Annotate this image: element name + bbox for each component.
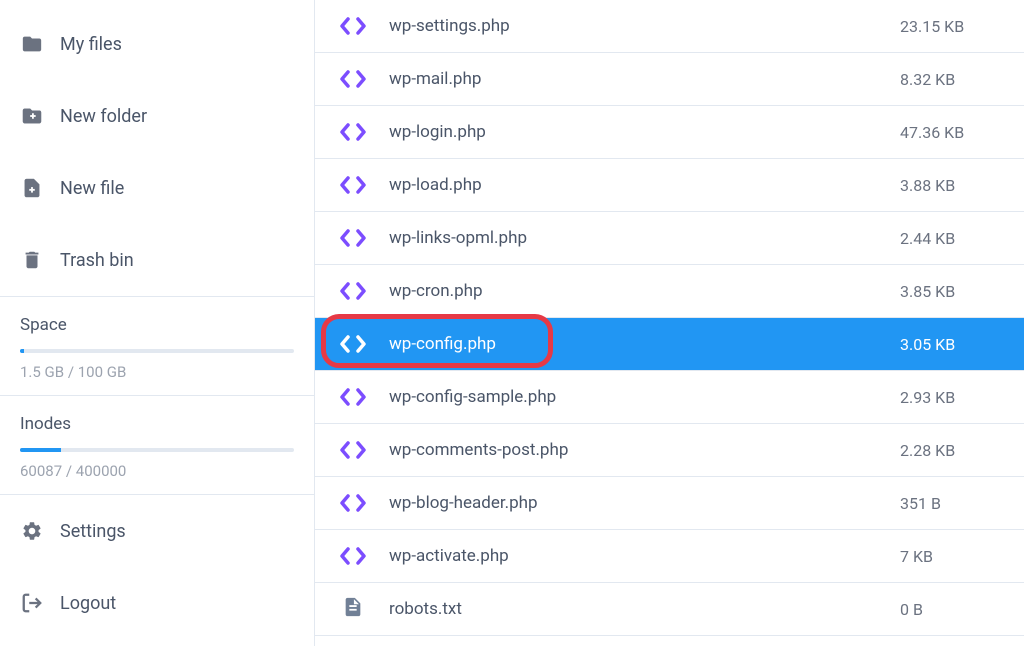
file-type-icon — [339, 65, 367, 93]
space-label: Space — [20, 315, 294, 335]
code-icon — [340, 334, 366, 354]
file-type-icon — [339, 118, 367, 146]
bottom-nav: Settings Logout — [0, 494, 314, 639]
file-name: wp-activate.php — [389, 546, 900, 566]
file-size: 47.36 KB — [900, 123, 1000, 142]
file-row[interactable]: readme.html7.23 KB — [315, 636, 1024, 646]
file-size: 2.28 KB — [900, 441, 1000, 460]
sidebar-item-new-file[interactable]: New file — [0, 152, 314, 224]
code-icon — [340, 69, 366, 89]
file-name: wp-blog-header.php — [389, 493, 900, 513]
file-name: wp-comments-post.php — [389, 440, 900, 460]
sidebar-item-my-files[interactable]: My files — [0, 8, 314, 80]
file-row[interactable]: wp-cron.php3.85 KB — [315, 265, 1024, 318]
folder-plus-icon — [20, 104, 44, 128]
file-icon — [342, 594, 364, 624]
inodes-value: 60087 / 400000 — [20, 462, 294, 480]
file-name: wp-settings.php — [389, 16, 900, 36]
file-size: 0 B — [900, 600, 1000, 619]
file-row[interactable]: wp-activate.php7 KB — [315, 530, 1024, 583]
file-size: 2.44 KB — [900, 229, 1000, 248]
file-size: 351 B — [900, 494, 1000, 513]
file-list: wp-settings.php23.15 KBwp-mail.php8.32 K… — [315, 0, 1024, 646]
sidebar-item-logout[interactable]: Logout — [0, 567, 314, 639]
file-row[interactable]: wp-config.php3.05 KB — [315, 318, 1024, 371]
file-row[interactable]: wp-login.php47.36 KB — [315, 106, 1024, 159]
file-name: wp-config-sample.php — [389, 387, 900, 407]
sidebar-item-new-folder[interactable]: New folder — [0, 80, 314, 152]
file-name: robots.txt — [389, 599, 900, 619]
file-size: 23.15 KB — [900, 17, 1000, 36]
file-row[interactable]: wp-blog-header.php351 B — [315, 477, 1024, 530]
inodes-progress-fill — [20, 448, 61, 452]
file-row[interactable]: wp-config-sample.php2.93 KB — [315, 371, 1024, 424]
file-name: wp-cron.php — [389, 281, 900, 301]
file-name: wp-load.php — [389, 175, 900, 195]
file-row[interactable]: wp-load.php3.88 KB — [315, 159, 1024, 212]
file-type-icon — [339, 436, 367, 464]
file-size: 3.85 KB — [900, 282, 1000, 301]
file-name: wp-login.php — [389, 122, 900, 142]
sidebar-item-trash-bin[interactable]: Trash bin — [0, 224, 314, 296]
file-size: 2.93 KB — [900, 388, 1000, 407]
file-type-icon — [339, 330, 367, 358]
file-type-icon — [339, 383, 367, 411]
file-type-icon — [339, 12, 367, 40]
file-row[interactable]: wp-settings.php23.15 KB — [315, 0, 1024, 53]
inodes-progress-bar — [20, 448, 294, 452]
file-plus-icon — [20, 176, 44, 200]
code-icon — [340, 175, 366, 195]
trash-icon — [20, 248, 44, 272]
space-progress-bar — [20, 349, 294, 353]
file-name: wp-mail.php — [389, 69, 900, 89]
code-icon — [340, 387, 366, 407]
code-icon — [340, 122, 366, 142]
space-value: 1.5 GB / 100 GB — [20, 363, 294, 381]
space-stats: Space 1.5 GB / 100 GB — [0, 296, 314, 395]
file-row[interactable]: wp-links-opml.php2.44 KB — [315, 212, 1024, 265]
code-icon — [340, 281, 366, 301]
gear-icon — [20, 519, 44, 543]
code-icon — [340, 493, 366, 513]
sidebar: My files New folder New file Trash bin S… — [0, 0, 315, 646]
code-icon — [340, 228, 366, 248]
code-icon — [340, 546, 366, 566]
nav-label: My files — [60, 34, 122, 55]
file-name: wp-config.php — [389, 334, 900, 354]
nav-label: New folder — [60, 106, 147, 127]
file-type-icon — [339, 224, 367, 252]
file-size: 8.32 KB — [900, 70, 1000, 89]
sidebar-item-settings[interactable]: Settings — [0, 495, 314, 567]
logout-icon — [20, 591, 44, 615]
space-progress-fill — [20, 349, 24, 353]
folder-icon — [20, 32, 44, 56]
file-size: 3.88 KB — [900, 176, 1000, 195]
file-row[interactable]: wp-comments-post.php2.28 KB — [315, 424, 1024, 477]
code-icon — [340, 440, 366, 460]
file-size: 7 KB — [900, 547, 1000, 566]
file-type-icon — [339, 542, 367, 570]
file-type-icon — [339, 489, 367, 517]
inodes-stats: Inodes 60087 / 400000 — [0, 395, 314, 494]
inodes-label: Inodes — [20, 414, 294, 434]
file-type-icon — [339, 277, 367, 305]
file-size: 3.05 KB — [900, 335, 1000, 354]
file-row[interactable]: robots.txt0 B — [315, 583, 1024, 636]
file-name: wp-links-opml.php — [389, 228, 900, 248]
nav-label: New file — [60, 178, 124, 199]
file-row[interactable]: wp-mail.php8.32 KB — [315, 53, 1024, 106]
file-type-icon — [339, 595, 367, 623]
code-icon — [340, 16, 366, 36]
nav-label: Logout — [60, 593, 116, 614]
file-type-icon — [339, 171, 367, 199]
nav-label: Settings — [60, 521, 126, 542]
nav-label: Trash bin — [60, 250, 134, 271]
